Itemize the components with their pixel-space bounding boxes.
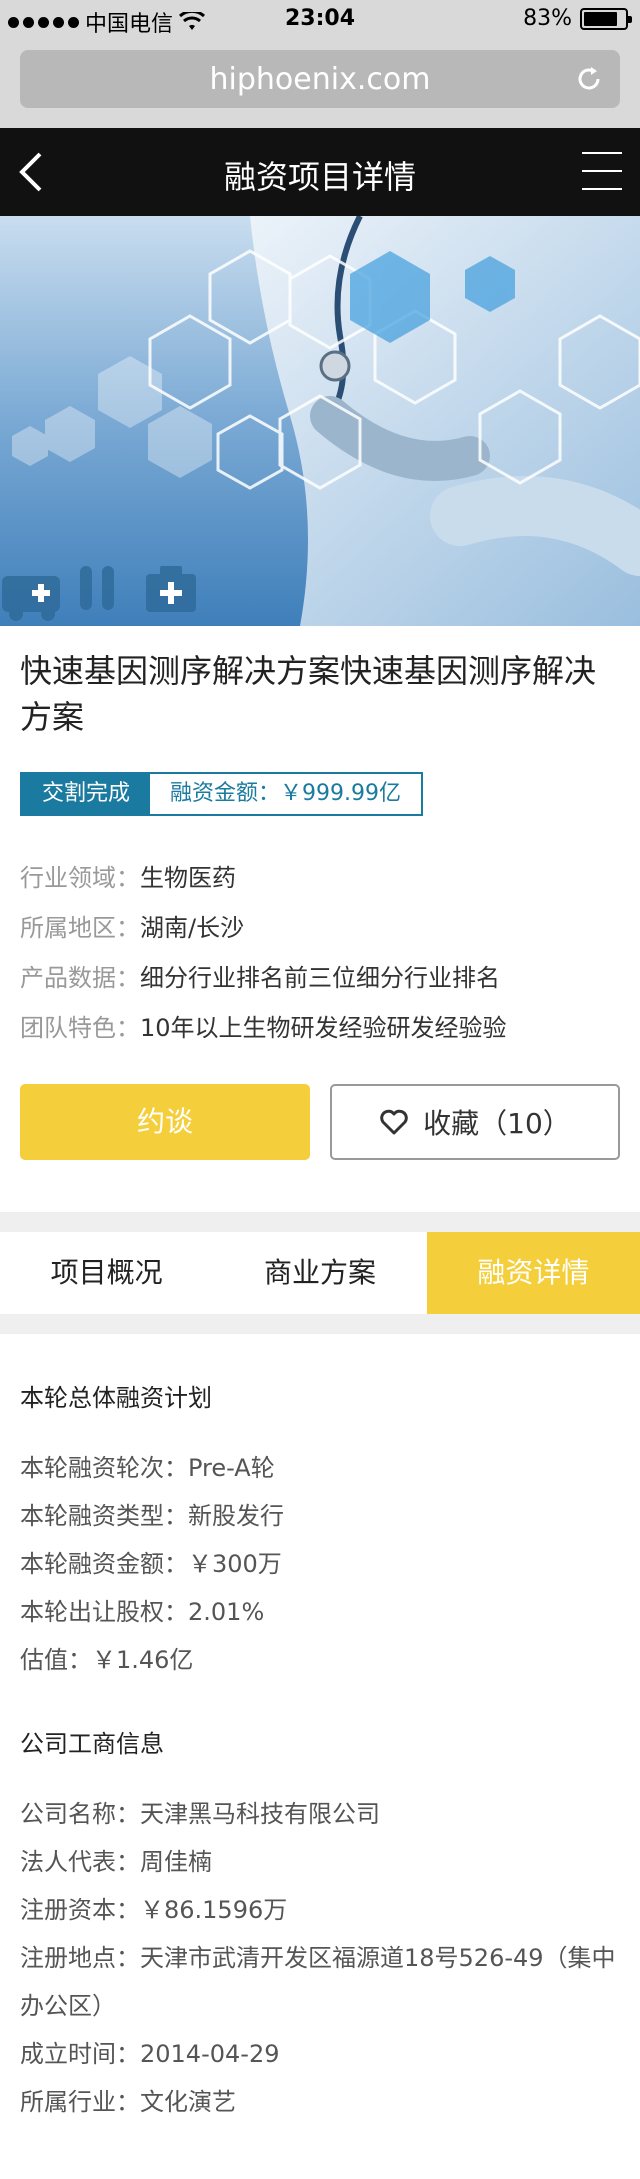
detail-value: 2014-04-29 (140, 2040, 280, 2068)
detail-label: 成立时间： (20, 2040, 140, 2068)
detail-value: 天津黑马科技有限公司 (140, 1800, 380, 1828)
tab-overview[interactable]: 项目概况 (0, 1232, 213, 1314)
financing-details: 本轮融资轮次：Pre-A轮 本轮融资类型：新股发行 本轮融资金额：￥300万 本… (20, 1444, 620, 1684)
project-title: 快速基因测序解决方案快速基因测序解决方案 (20, 652, 597, 736)
address-bar[interactable]: hiphoenix.com (20, 50, 620, 108)
battery-icon (580, 7, 632, 30)
detail-label: 所属行业： (20, 2088, 140, 2116)
detail-value: 新股发行 (188, 1502, 284, 1530)
detail-value: 2.01% (188, 1598, 265, 1626)
heart-icon (380, 1109, 408, 1135)
company-details: 公司名称：天津黑马科技有限公司 法人代表：周佳楠 注册资本：￥86.1596万 … (20, 1790, 620, 2126)
page-title: 融资项目详情 (223, 158, 416, 196)
tab-financing-details[interactable]: 融资详情 (426, 1232, 640, 1314)
detail-row: 本轮融资轮次：Pre-A轮 (20, 1444, 620, 1492)
detail-value: ￥86.1596万 (140, 1896, 288, 1924)
detail-label: 法人代表： (20, 1848, 140, 1876)
tab-business-plan[interactable]: 商业方案 (213, 1232, 426, 1314)
company-section-title: 公司工商信息 (20, 1730, 164, 1758)
detail-label: 本轮融资金额： (20, 1550, 188, 1578)
detail-value: 周佳楠 (140, 1848, 212, 1876)
reload-icon[interactable] (574, 64, 604, 94)
detail-row: 估值：￥1.46亿 (20, 1636, 620, 1684)
info-value: 生物医药 (140, 864, 236, 892)
menu-icon[interactable] (582, 152, 622, 190)
detail-row: 注册地点：天津市武清开发区福源道18号526-49（集中办公区） (20, 1934, 620, 2030)
nav-bar: 融资项目详情 (0, 128, 640, 216)
detail-tabs: 项目概况 商业方案 融资详情 (0, 1232, 640, 1314)
info-value: 细分行业排名前三位细分行业排名 (140, 964, 500, 992)
detail-label: 注册资本： (20, 1896, 140, 1924)
detail-row: 本轮融资类型：新股发行 (20, 1492, 620, 1540)
detail-value: ￥300万 (188, 1550, 282, 1578)
info-row-product: 产品数据：细分行业排名前三位细分行业排名 (20, 953, 620, 1003)
status-bar: 中国电信 23:04 83% (0, 0, 640, 40)
info-value: 湖南/长沙 (140, 914, 245, 942)
status-badge: 交割完成 (22, 774, 151, 814)
info-row-region: 所属地区：湖南/长沙 (20, 903, 620, 953)
battery-percent: 83% (523, 6, 572, 31)
info-row-industry: 行业领域：生物医药 (20, 853, 620, 903)
detail-label: 估值： (20, 1646, 92, 1674)
project-banner-image (0, 216, 640, 626)
detail-row: 本轮出让股权：2.01% (20, 1588, 620, 1636)
financing-section-title: 本轮总体融资计划 (20, 1384, 212, 1412)
info-label: 团队特色： (20, 1014, 140, 1042)
detail-row: 本轮融资金额：￥300万 (20, 1540, 620, 1588)
info-label: 产品数据： (20, 964, 140, 992)
status-right: 83% (523, 6, 632, 31)
detail-row: 公司名称：天津黑马科技有限公司 (20, 1790, 620, 1838)
browser-bar: hiphoenix.com (0, 40, 640, 128)
section-divider (0, 1212, 640, 1232)
project-tags: 交割完成 融资金额：￥999.99亿 (20, 772, 423, 816)
detail-value: Pre-A轮 (188, 1454, 275, 1482)
detail-row: 注册资本：￥86.1596万 (20, 1886, 620, 1934)
detail-value: 文化演艺 (140, 2088, 236, 2116)
url-text: hiphoenix.com (209, 62, 431, 97)
project-info: 行业领域：生物医药 所属地区：湖南/长沙 产品数据：细分行业排名前三位细分行业排… (20, 853, 620, 1053)
detail-row: 成立时间：2014-04-29 (20, 2030, 620, 2078)
info-value: 10年以上生物研发经验研发经验验 (140, 1014, 507, 1042)
talk-button[interactable]: 约谈 (20, 1084, 310, 1160)
detail-row: 法人代表：周佳楠 (20, 1838, 620, 1886)
detail-label: 本轮出让股权： (20, 1598, 188, 1626)
info-label: 行业领域： (20, 864, 140, 892)
section-divider (0, 1314, 640, 1334)
detail-label: 注册地点： (20, 1944, 140, 1972)
favorite-button[interactable]: 收藏（10） (330, 1084, 620, 1160)
detail-row: 所属行业：文化演艺 (20, 2078, 620, 2126)
favorite-label: 收藏（10） (423, 1107, 571, 1140)
detail-value: ￥1.46亿 (92, 1646, 194, 1674)
detail-label: 本轮融资类型： (20, 1502, 188, 1530)
detail-label: 公司名称： (20, 1800, 140, 1828)
info-row-team: 团队特色：10年以上生物研发经验研发经验验 (20, 1003, 620, 1053)
detail-label: 本轮融资轮次： (20, 1454, 188, 1482)
info-label: 所属地区： (20, 914, 140, 942)
amount-badge: 融资金额：￥999.99亿 (150, 774, 421, 814)
